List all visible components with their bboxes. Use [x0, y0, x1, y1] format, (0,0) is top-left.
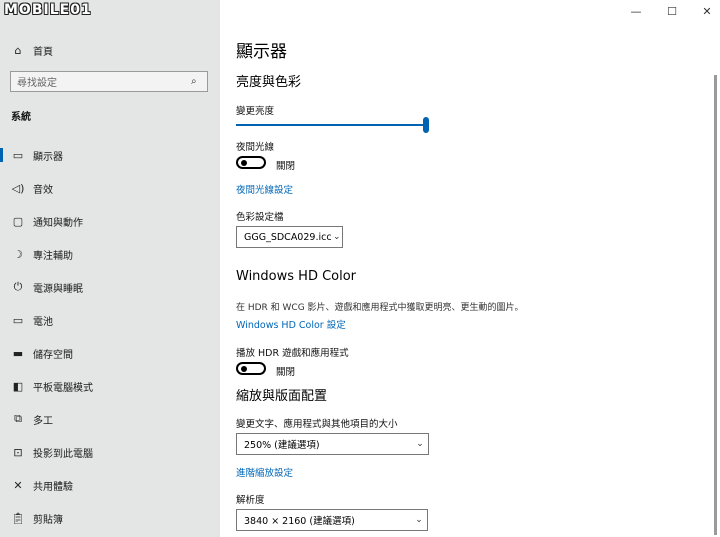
maximize-button[interactable]: ☐: [662, 5, 682, 18]
notification-icon: ▢: [12, 214, 24, 228]
sidebar-item-tablet[interactable]: ◧ 平板電腦模式: [0, 372, 220, 400]
search-icon: ⌕: [191, 76, 197, 87]
tablet-icon: ◧: [12, 379, 24, 393]
sidebar-item-battery[interactable]: ▭ 電池: [0, 306, 220, 334]
advanced-scaling-link[interactable]: 進階縮放設定: [236, 465, 293, 479]
multitask-icon: ⧉: [14, 412, 22, 425]
sidebar-item-label: 首頁: [33, 46, 53, 58]
resolution-label: 解析度: [236, 495, 265, 506]
brightness-label: 變更亮度: [236, 106, 275, 117]
color-profile-select[interactable]: GGG_SDCA029.icc ⌄: [236, 226, 343, 248]
sidebar-item-label: 共用體驗: [33, 481, 73, 493]
search-placeholder: 尋找設定: [17, 78, 57, 89]
sidebar-item-storage[interactable]: ▬ 儲存空間: [0, 339, 220, 367]
sidebar-item-label: 剪貼簿: [33, 514, 63, 526]
sidebar-item-label: 電池: [33, 316, 53, 328]
sidebar-item-shared[interactable]: ✕ 共用體驗: [0, 471, 220, 499]
brightness-slider-track[interactable]: [236, 124, 426, 126]
select-value: 3840 × 2160 (建議選項): [244, 516, 355, 527]
shared-icon: ✕: [13, 478, 23, 492]
close-button[interactable]: ✕: [697, 5, 717, 18]
search-input[interactable]: 尋找設定 ⌕: [10, 71, 208, 92]
select-value: GGG_SDCA029.icc: [244, 231, 332, 243]
sidebar-item-label: 電源與睡眠: [33, 283, 83, 295]
power-icon: ⏻: [13, 280, 23, 293]
scale-size-label: 變更文字、應用程式與其他項目的大小: [236, 419, 398, 430]
toggle-knob: [241, 366, 247, 372]
night-light-state: 關閉: [276, 161, 296, 172]
chevron-down-icon: ⌄: [333, 232, 341, 242]
sidebar-item-label: 多工: [33, 415, 53, 427]
sidebar-item-label: 通知與動作: [33, 217, 83, 229]
scrollbar[interactable]: [714, 75, 717, 535]
sidebar-item-label: 儲存空間: [33, 349, 73, 361]
night-light-toggle[interactable]: [236, 156, 266, 169]
hdr-play-label: 播放 HDR 遊戲和應用程式: [236, 348, 349, 359]
brightness-heading: 亮度與色彩: [236, 75, 302, 90]
hdr-play-state: 關閉: [276, 367, 296, 378]
night-light-label: 夜間光線: [236, 142, 275, 153]
resolution-select[interactable]: 3840 × 2160 (建議選項) ⌄: [236, 509, 428, 531]
battery-icon: ▭: [12, 313, 24, 327]
sidebar-item-home[interactable]: ⌂ 首頁: [0, 36, 220, 64]
clipboard-icon: 📋︎: [11, 511, 25, 525]
minimize-button[interactable]: —: [626, 5, 646, 18]
sidebar-item-display[interactable]: ▭ 顯示器: [0, 141, 220, 169]
sidebar: MOBILE01 ⌂ 首頁 尋找設定 ⌕ 系統 ▭ 顯示器 ◁) 音效 ▢ 通知…: [0, 0, 220, 537]
sidebar-item-label: 顯示器: [33, 151, 63, 163]
moon-icon: ☽: [13, 247, 23, 261]
project-icon: ⊡: [13, 445, 23, 459]
main-pane: — ☐ ✕ 顯示器 亮度與色彩 變更亮度 夜間光線 關閉 夜間光線設定 色彩設定…: [220, 0, 720, 537]
sidebar-item-multitasking[interactable]: ⧉ 多工: [0, 405, 220, 433]
sidebar-item-sound[interactable]: ◁) 音效: [0, 174, 220, 202]
toggle-knob: [241, 160, 247, 166]
hdr-play-toggle[interactable]: [236, 362, 266, 375]
home-icon: ⌂: [14, 43, 22, 57]
speaker-icon: ◁): [11, 181, 25, 195]
chevron-down-icon: ⌄: [415, 515, 423, 525]
select-value: 250% (建議選項): [244, 440, 320, 451]
sidebar-item-notifications[interactable]: ▢ 通知與動作: [0, 207, 220, 235]
chevron-down-icon: ⌄: [416, 439, 424, 449]
site-logo-watermark: MOBILE01: [4, 2, 92, 18]
monitor-icon: ▭: [12, 148, 24, 162]
storage-icon: ▬: [12, 346, 24, 360]
color-profile-label: 色彩設定檔: [236, 212, 284, 223]
sidebar-item-label: 專注輔助: [33, 250, 73, 262]
sidebar-item-label: 平板電腦模式: [33, 382, 93, 394]
sidebar-item-focus-assist[interactable]: ☽ 專注輔助: [0, 240, 220, 268]
hdr-heading: Windows HD Color: [236, 269, 357, 284]
night-light-settings-link[interactable]: 夜間光線設定: [236, 182, 293, 196]
brightness-slider-thumb[interactable]: [423, 117, 429, 133]
section-label: 系統: [11, 112, 31, 123]
sidebar-item-project[interactable]: ⊡ 投影到此電腦: [0, 438, 220, 466]
page-title: 顯示器: [236, 42, 287, 62]
scale-heading: 縮放與版面配置: [236, 389, 328, 404]
scale-select[interactable]: 250% (建議選項) ⌄: [236, 433, 429, 455]
hdr-description: 在 HDR 和 WCG 影片、遊戲和應用程式中獲取更明亮、更生動的圖片。: [236, 303, 524, 313]
sidebar-item-power[interactable]: ⏻ 電源與睡眠: [0, 273, 220, 301]
sidebar-item-clipboard[interactable]: 📋︎ 剪貼簿: [0, 504, 220, 532]
sidebar-item-label: 音效: [33, 184, 53, 196]
hdr-settings-link[interactable]: Windows HD Color 設定: [236, 317, 346, 331]
sidebar-item-label: 投影到此電腦: [33, 448, 93, 460]
